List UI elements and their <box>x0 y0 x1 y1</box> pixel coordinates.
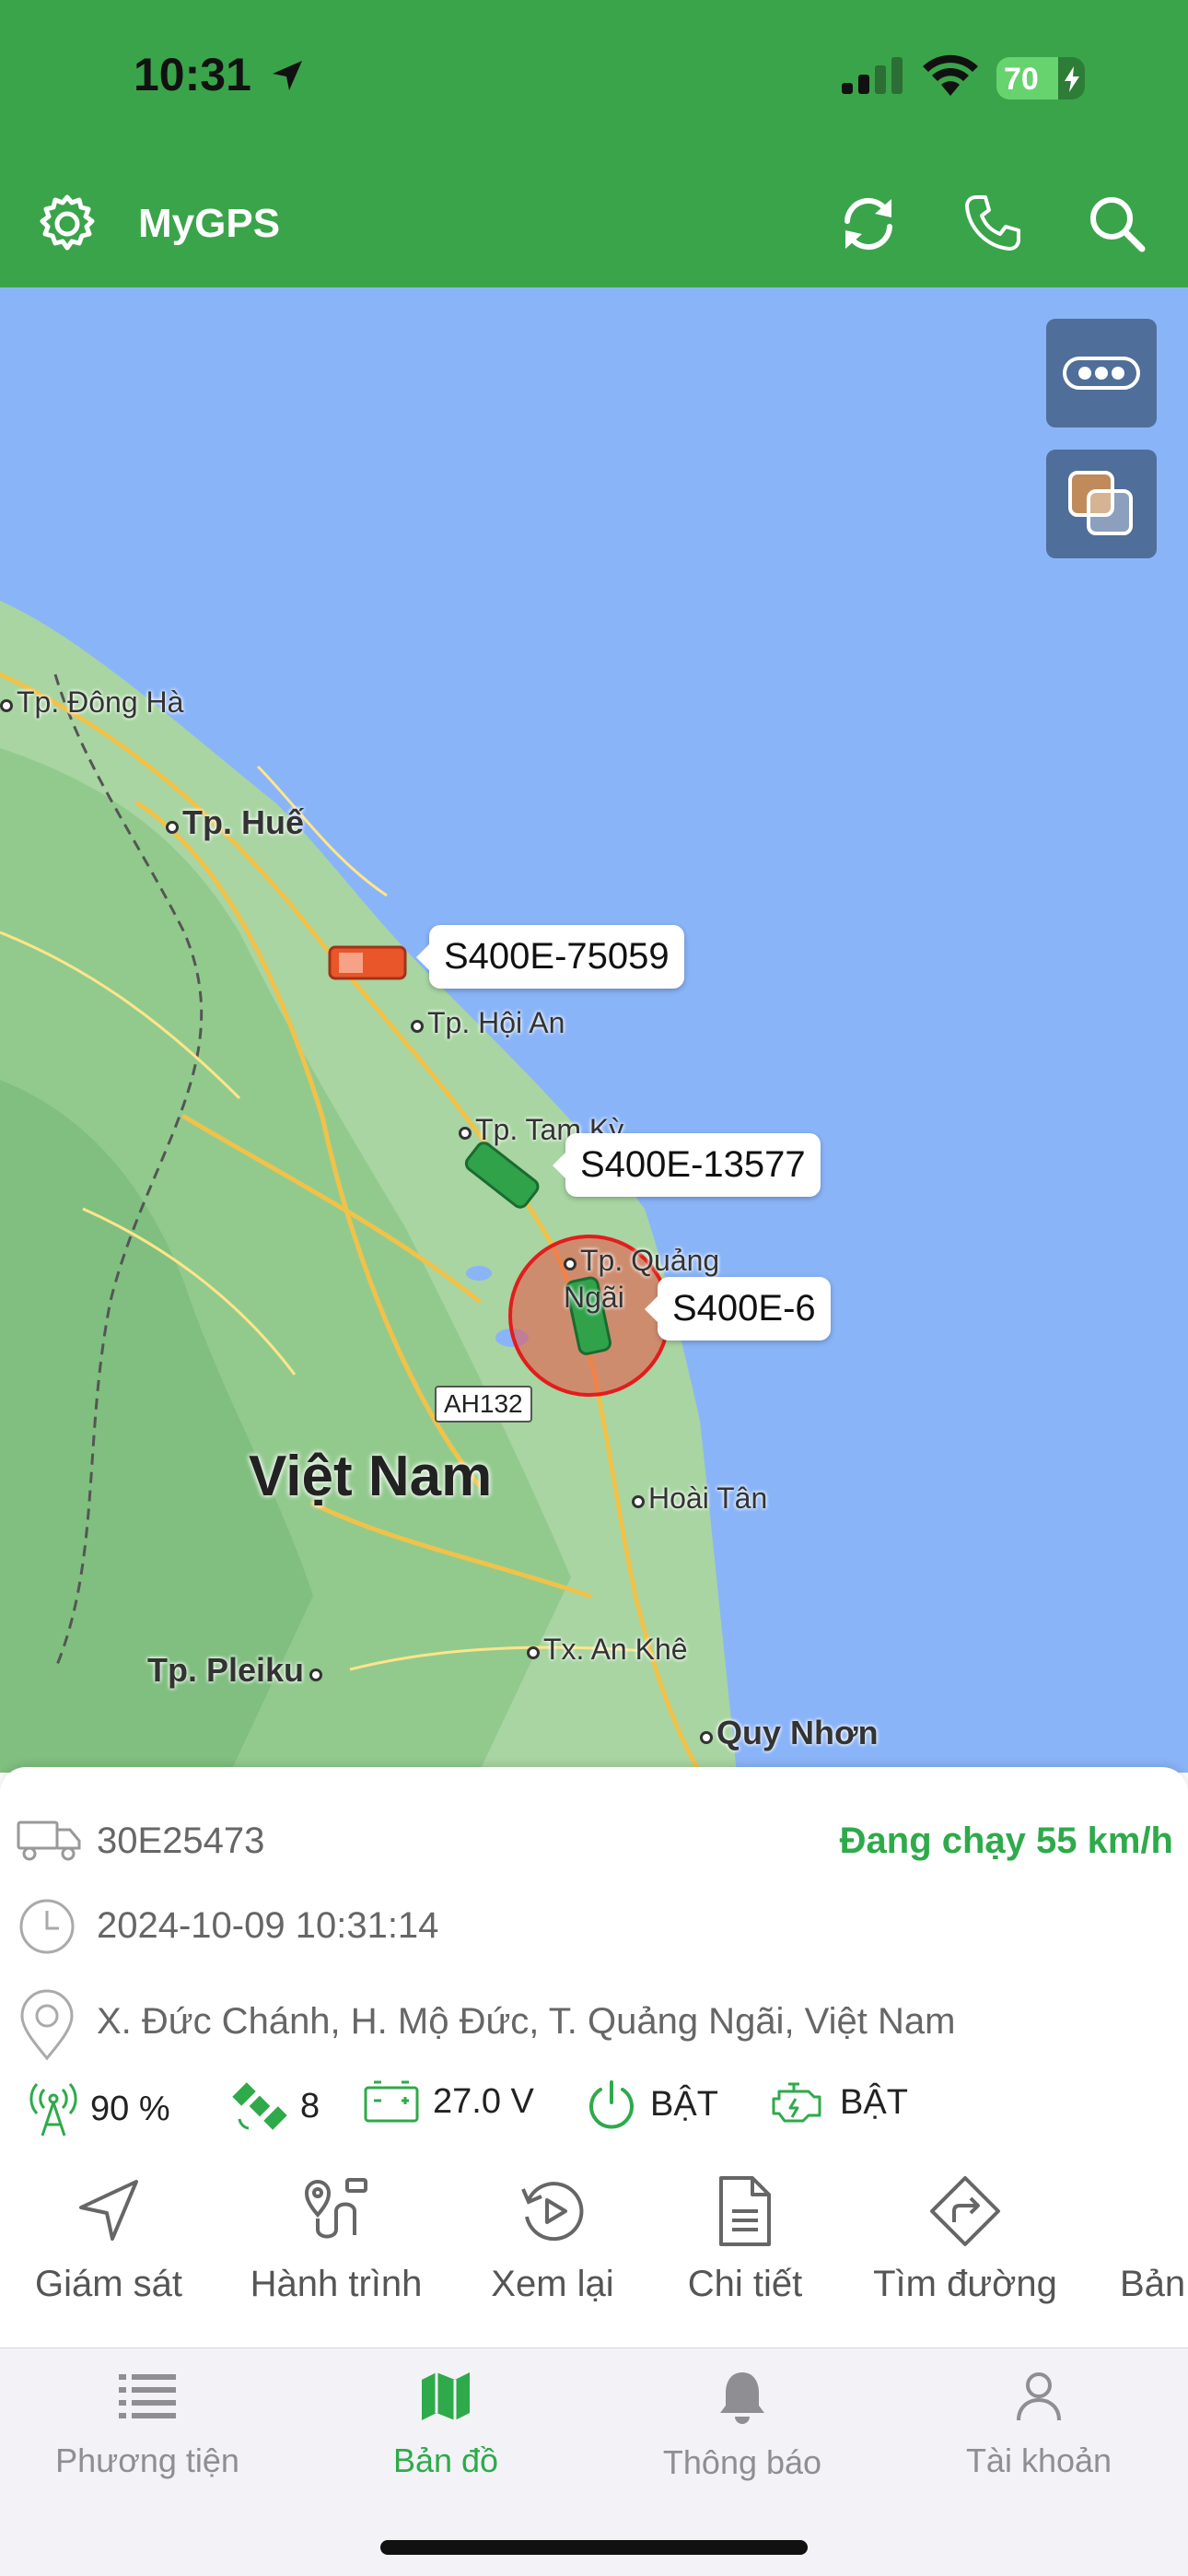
tab-notifications[interactable]: Thông báo <box>613 2369 871 2482</box>
map-action-icon <box>1103 2174 1177 2248</box>
charging-bolt-icon <box>1065 66 1079 92</box>
find-route-action[interactable]: Tìm đường <box>856 2174 1074 2305</box>
map-city-label: Tp. Pleiku <box>147 1651 326 1690</box>
satellite-count: 8 <box>300 2086 320 2125</box>
action-bar: Giám sát Hành trình Xem lại Chi tiết Tìm… <box>0 2174 1188 2342</box>
tab-map-label: Bản đồ <box>392 2441 499 2479</box>
app-title: MyGPS <box>138 201 281 246</box>
map-city-label: Tp. Đông Hà <box>0 685 183 720</box>
vehicle-label[interactable]: S400E-6 <box>645 1277 831 1341</box>
gsm-signal-value: 90 % <box>90 2089 170 2128</box>
navigation-arrow-icon <box>79 2180 138 2241</box>
metrics-row: 90 % 8 27.0 V BẬT BẬT <box>0 2078 1188 2143</box>
vehicle-label[interactable]: S400E-75059 <box>416 925 684 989</box>
plate-number: 30E25473 <box>97 1821 265 1861</box>
more-options-button[interactable] <box>1046 319 1157 427</box>
voltage-metric: 27.0 V <box>363 2078 534 2125</box>
location-pin-icon <box>20 1989 74 2061</box>
battery-voltage-icon <box>364 2080 419 2123</box>
directions-icon <box>930 2176 1000 2246</box>
engine-metric: BẬT <box>768 2078 908 2126</box>
address-row: X. Đức Chánh, H. Mộ Đức, T. Quảng Ngãi, … <box>0 1988 1188 2062</box>
more-action[interactable]: Bản <box>1103 2174 1188 2305</box>
home-indicator <box>380 2540 808 2555</box>
refresh-icon[interactable] <box>836 193 901 254</box>
map-city-label: Tp. Hội An <box>411 1006 565 1040</box>
status-time: 10:31 <box>134 49 251 100</box>
battery-indicator: 70 <box>996 57 1085 100</box>
phone-icon[interactable] <box>963 193 1022 252</box>
playback-action[interactable]: Xem lại <box>477 2174 628 2305</box>
location-arrow-icon <box>273 61 302 90</box>
route-history-action-label: Hành trình <box>250 2264 423 2304</box>
details-action[interactable]: Chi tiết <box>672 2174 818 2305</box>
battery-level: 70 <box>1004 62 1039 97</box>
tab-account-label: Tài khoản <box>965 2441 1112 2479</box>
antenna-icon <box>29 2083 77 2137</box>
power-icon <box>589 2080 634 2129</box>
map-icon <box>422 2372 470 2420</box>
vehicle-address: X. Đức Chánh, H. Mộ Đức, T. Quảng Ngãi, … <box>97 2001 956 2042</box>
datetime-row: 2024-10-09 10:31:14 <box>0 1896 1188 1954</box>
engine-icon <box>772 2082 821 2123</box>
cellular-signal-icon <box>842 57 903 94</box>
power-metric: BẬT <box>586 2078 718 2130</box>
map-terrain <box>0 601 737 1773</box>
more-dots-icon <box>1063 357 1140 390</box>
app-header: MyGPS <box>0 157 1188 287</box>
vehicle-label[interactable]: S400E-13577 <box>553 1133 821 1197</box>
clock-icon <box>19 1899 75 1954</box>
list-icon <box>119 2374 176 2418</box>
document-icon <box>719 2176 771 2246</box>
map-city-label: Quy Nhơn <box>700 1714 879 1752</box>
voltage-value: 27.0 V <box>433 2081 534 2121</box>
status-bar: 10:31 70 <box>0 0 1188 157</box>
map-city-label: Hoài Tân <box>632 1481 767 1516</box>
map-country-label: Việt Nam <box>249 1445 493 1508</box>
replay-icon <box>521 2182 584 2242</box>
layers-icon <box>1068 471 1133 535</box>
plate-row: 30E25473 Đang chạy 55 km/h <box>0 1813 1188 1868</box>
tab-account[interactable]: Tài khoản <box>910 2369 1168 2480</box>
tab-bar: Phương tiện Bản đồ Thông báo Tài khoản <box>0 2348 1188 2576</box>
engine-status: BẬT <box>840 2082 908 2122</box>
truck-icon <box>17 1821 81 1861</box>
more-action-label: Bản <box>1120 2264 1186 2304</box>
tab-vehicles[interactable]: Phương tiện <box>18 2369 276 2480</box>
route-icon <box>304 2178 367 2239</box>
route-history-action[interactable]: Hành trình <box>241 2174 431 2305</box>
gsm-signal-metric: 90 % <box>29 2078 170 2139</box>
gear-icon[interactable] <box>37 193 98 254</box>
details-action-label: Chi tiết <box>687 2264 803 2304</box>
vehicle-status: Đang chạy 55 km/h <box>839 1821 1173 1861</box>
map-layers-button[interactable] <box>1046 450 1157 558</box>
road-shield: AH132 <box>435 1386 532 1423</box>
find-route-action-label: Tìm đường <box>873 2264 1057 2304</box>
user-icon <box>1017 2372 1061 2421</box>
tab-map[interactable]: Bản đồ <box>317 2369 575 2480</box>
monitor-action[interactable]: Giám sát <box>28 2174 190 2305</box>
map-view[interactable]: Tp. Đông Hà Tp. Huế Tp. Hội An Tp. Tam K… <box>0 287 1188 1773</box>
map-city-label: Tp. Huế <box>166 803 304 842</box>
tab-notifications-label: Thông báo <box>662 2443 822 2481</box>
monitor-action-label: Giám sát <box>34 2264 183 2304</box>
tab-vehicles-label: Phương tiện <box>55 2441 239 2479</box>
satellite-icon <box>232 2082 287 2130</box>
last-update-time: 2024-10-09 10:31:14 <box>97 1905 439 1946</box>
wifi-icon <box>923 54 978 96</box>
playback-action-label: Xem lại <box>491 2264 614 2304</box>
bell-icon <box>720 2372 764 2424</box>
map-city-label: Tx. An Khê <box>527 1633 688 1667</box>
satellite-metric: 8 <box>232 2078 320 2134</box>
search-icon[interactable] <box>1087 193 1147 254</box>
power-status: BẬT <box>650 2084 718 2124</box>
